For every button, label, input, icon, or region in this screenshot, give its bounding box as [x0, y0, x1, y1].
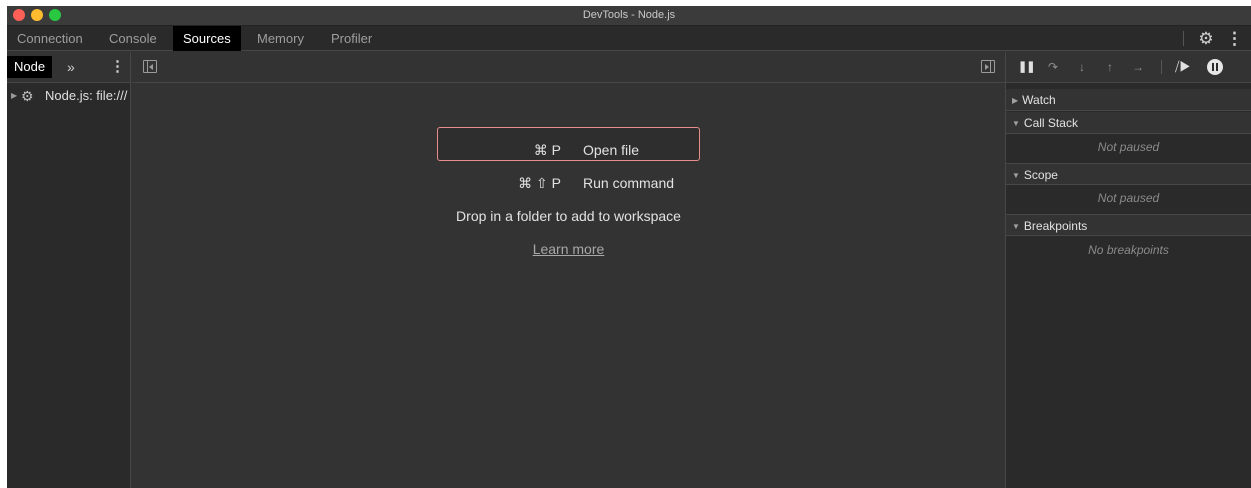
- step-icon[interactable]: →: [1130, 59, 1146, 75]
- tab-profiler[interactable]: Profiler: [321, 26, 382, 51]
- section-watch[interactable]: ▶ Watch: [1006, 89, 1251, 111]
- breakpoints-status: No breakpoints: [1088, 243, 1169, 257]
- title-bar: DevTools - Node.js: [7, 6, 1251, 26]
- editor-area: ⌘ P Open file ⌘ ⇧ P Run command Drop in …: [132, 52, 1005, 488]
- shortcut-key-run-command: ⌘ ⇧ P: [518, 175, 561, 191]
- tab-console[interactable]: Console: [99, 26, 167, 51]
- expanded-arrow-icon: ▼: [1012, 171, 1020, 180]
- deactivate-breakpoints-icon[interactable]: ⧸▶: [1173, 59, 1193, 75]
- devtools-window: DevTools - Node.js Connection Console So…: [7, 6, 1251, 488]
- shortcut-label-open-file: Open file: [583, 142, 640, 158]
- learn-more-link-row: Learn more: [132, 241, 1005, 257]
- gear-icon[interactable]: ⚙: [1196, 29, 1216, 49]
- toggle-navigator-icon[interactable]: [143, 60, 157, 73]
- kebab-menu-icon[interactable]: ⋮: [1226, 29, 1243, 49]
- toolbar-divider: [1183, 31, 1184, 46]
- step-over-icon[interactable]: ↷: [1044, 59, 1062, 75]
- toggle-debugger-icon[interactable]: [981, 60, 995, 73]
- debugger-toolbar-divider: [1161, 60, 1162, 74]
- section-call-stack[interactable]: ▼ Call Stack: [1006, 112, 1251, 134]
- gear-icon: ⚙: [21, 88, 34, 104]
- expand-arrow-icon[interactable]: ▶: [11, 86, 17, 106]
- main-tab-bar: Connection Console Sources Memory Profil…: [7, 26, 1251, 51]
- section-title: Breakpoints: [1023, 219, 1088, 233]
- section-scope[interactable]: ▼ Scope: [1006, 163, 1251, 185]
- call-stack-status: Not paused: [1097, 140, 1160, 154]
- pause-icon[interactable]: ❚❚: [1018, 59, 1035, 75]
- section-title: Scope: [1023, 168, 1058, 182]
- pause-on-exceptions-icon[interactable]: [1207, 59, 1223, 75]
- section-breakpoints[interactable]: ▼ Breakpoints: [1006, 214, 1251, 236]
- tab-memory[interactable]: Memory: [247, 26, 314, 51]
- tab-connection[interactable]: Connection: [7, 26, 93, 51]
- tree-item-nodejs[interactable]: ▶ ⚙ Node.js: file:///: [7, 86, 130, 106]
- navigator-panel: Node » ⋮ ▶ ⚙ Node.js: file:///: [7, 52, 131, 488]
- scope-status: Not paused: [1097, 191, 1160, 205]
- more-tabs-icon[interactable]: »: [67, 56, 75, 78]
- section-title: Watch: [1022, 93, 1056, 107]
- tab-sources[interactable]: Sources: [173, 26, 241, 51]
- learn-more-link[interactable]: Learn more: [533, 241, 605, 257]
- navigator-tab-bar: Node » ⋮: [7, 52, 130, 83]
- shortcut-label-run-command: Run command: [583, 175, 675, 191]
- editor-toolbar: [132, 52, 1005, 83]
- step-into-icon[interactable]: ↓: [1076, 59, 1088, 75]
- navigator-tab-node[interactable]: Node: [7, 56, 53, 78]
- shortcut-key-open-file: ⌘ P: [533, 142, 561, 158]
- window-title: DevTools - Node.js: [582, 9, 676, 21]
- debugger-toolbar: ❚❚ ↷ ↓ ↑ → ⧸▶: [1006, 52, 1251, 83]
- expanded-arrow-icon: ▼: [1012, 119, 1020, 128]
- tree-item-label: Node.js: file:///: [45, 88, 128, 103]
- debugger-sidebar: ❚❚ ↷ ↓ ↑ → ⧸▶ ▶ Watch ▼ Call Stack Not pau…: [1005, 52, 1251, 488]
- section-title: Call Stack: [1023, 116, 1078, 130]
- drop-folder-hint: Drop in a folder to add to workspace: [456, 208, 681, 224]
- navigator-kebab-icon[interactable]: ⋮: [110, 56, 125, 78]
- expanded-arrow-icon: ▼: [1012, 222, 1020, 231]
- step-out-icon[interactable]: ↑: [1104, 59, 1116, 75]
- collapsed-arrow-icon: ▶: [1012, 96, 1019, 105]
